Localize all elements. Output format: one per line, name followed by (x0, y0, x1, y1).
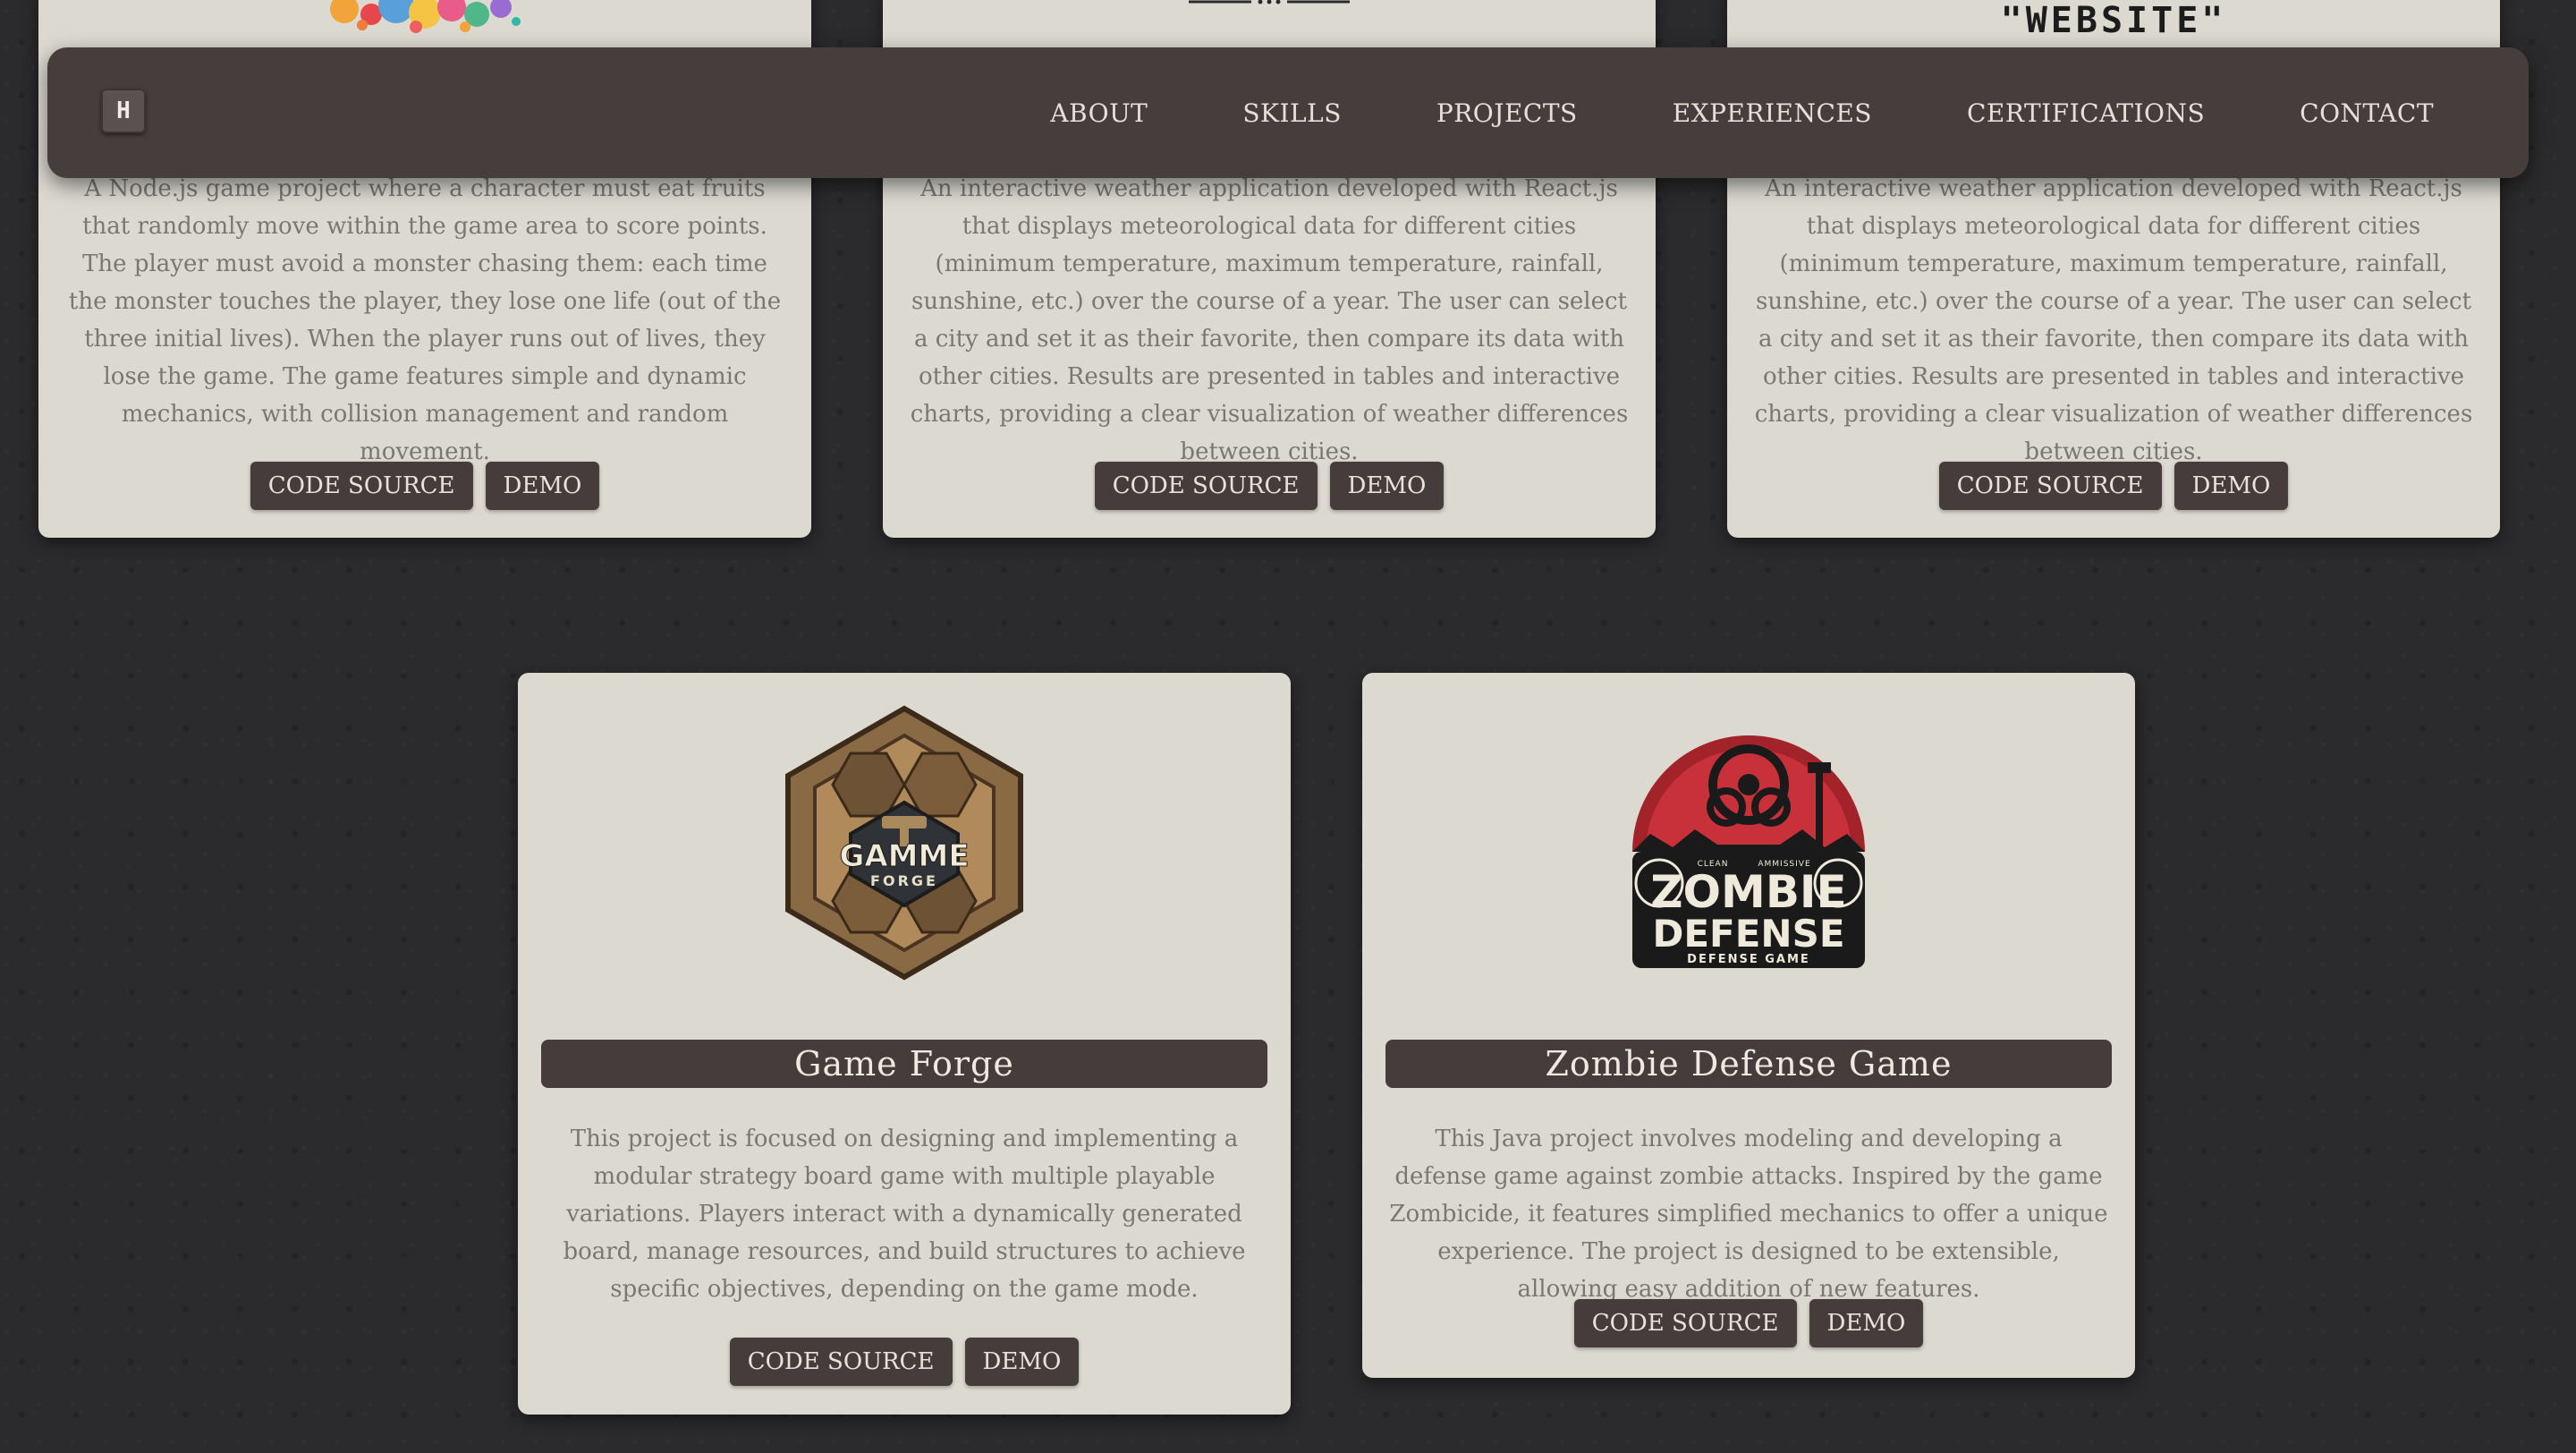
nav-link-experiences[interactable]: EXPERIENCES (1673, 98, 1872, 128)
nav-link-projects[interactable]: PROJECTS (1436, 98, 1578, 128)
project-image (38, 0, 811, 36)
top-navbar: H ABOUT SKILLS PROJECTS EXPERIENCES CERT… (47, 47, 2529, 178)
project-description: A Node.js game project where a character… (68, 175, 782, 465)
code-source-button[interactable]: CODE SOURCE (1094, 462, 1318, 510)
demo-button[interactable]: DEMO (964, 1338, 1080, 1386)
project-description: This Java project involves modeling and … (1389, 1126, 2108, 1303)
nav-links: ABOUT SKILLS PROJECTS EXPERIENCES CERTIF… (1050, 47, 2434, 178)
nav-link-contact[interactable]: CONTACT (2300, 98, 2434, 128)
project-image-text: "WEBSITE" (2000, 0, 2227, 41)
project-title: Zombie Defense Game (1385, 1040, 2112, 1088)
nav-link-skills[interactable]: SKILLS (1242, 98, 1342, 128)
project-actions: CODE SOURCE DEMO (38, 462, 811, 510)
project-actions: CODE SOURCE DEMO (518, 1338, 1291, 1386)
game-forge-logo-icon: GAMME FORGE (785, 705, 1023, 981)
nav-item-experiences: EXPERIENCES (1673, 98, 1872, 128)
zombie-defense-logo-icon: CLEAN AMMISSIVE ZOMBIE DEFENSE DEFENSE G… (1632, 735, 1865, 968)
project-card-zombie-defense: CLEAN AMMISSIVE ZOMBIE DEFENSE DEFENSE G… (1362, 673, 2135, 1378)
project-image: CLEAN AMMISSIVE ZOMBIE DEFENSE DEFENSE G… (1362, 700, 2135, 986)
nav-item-skills: SKILLS (1242, 98, 1342, 128)
project-image: GAMME FORGE (518, 700, 1291, 986)
nav-item-projects: PROJECTS (1436, 98, 1578, 128)
nav-item-contact: CONTACT (2300, 98, 2434, 128)
project-title: Game Forge (541, 1040, 1267, 1088)
logo-text-secondary: DEFENSE (1652, 912, 1844, 956)
nav-item-about: ABOUT (1050, 98, 1148, 128)
brand-logo-button[interactable]: H (101, 89, 146, 133)
project-image (883, 0, 1656, 36)
logo-text-primary: ZOMBIE (1650, 866, 1846, 918)
nav-item-certifications: CERTIFICATIONS (1967, 98, 2205, 128)
code-source-button[interactable]: CODE SOURCE (729, 1338, 953, 1386)
nav-link-certifications[interactable]: CERTIFICATIONS (1967, 98, 2205, 128)
code-source-button[interactable]: CODE SOURCE (1938, 462, 2162, 510)
nav-link-about[interactable]: ABOUT (1050, 98, 1148, 128)
demo-button[interactable]: DEMO (2174, 462, 2289, 510)
demo-button[interactable]: DEMO (1809, 1299, 1924, 1347)
demo-button[interactable]: DEMO (1329, 462, 1445, 510)
code-source-button[interactable]: CODE SOURCE (1573, 1299, 1797, 1347)
project-description: An interactive weather application devel… (1754, 175, 2473, 465)
project-description: This project is focused on designing and… (563, 1126, 1246, 1303)
fruit-game-logo-icon (330, 0, 521, 33)
code-source-button[interactable]: CODE SOURCE (250, 462, 473, 510)
weather-app-logo-icon (1189, 0, 1350, 4)
project-card-game-forge: GAMME FORGE Game Forge This project is f… (518, 673, 1291, 1415)
logo-text-primary: GAMME (839, 838, 969, 874)
project-actions: CODE SOURCE DEMO (1727, 462, 2500, 510)
logo-text-secondary: FORGE (870, 872, 938, 889)
project-description: An interactive weather application devel… (910, 175, 1629, 465)
project-actions: CODE SOURCE DEMO (1362, 1299, 2135, 1347)
demo-button[interactable]: DEMO (485, 462, 600, 510)
project-actions: CODE SOURCE DEMO (883, 462, 1656, 510)
logo-text-tagline: DEFENSE GAME (1687, 953, 1810, 966)
